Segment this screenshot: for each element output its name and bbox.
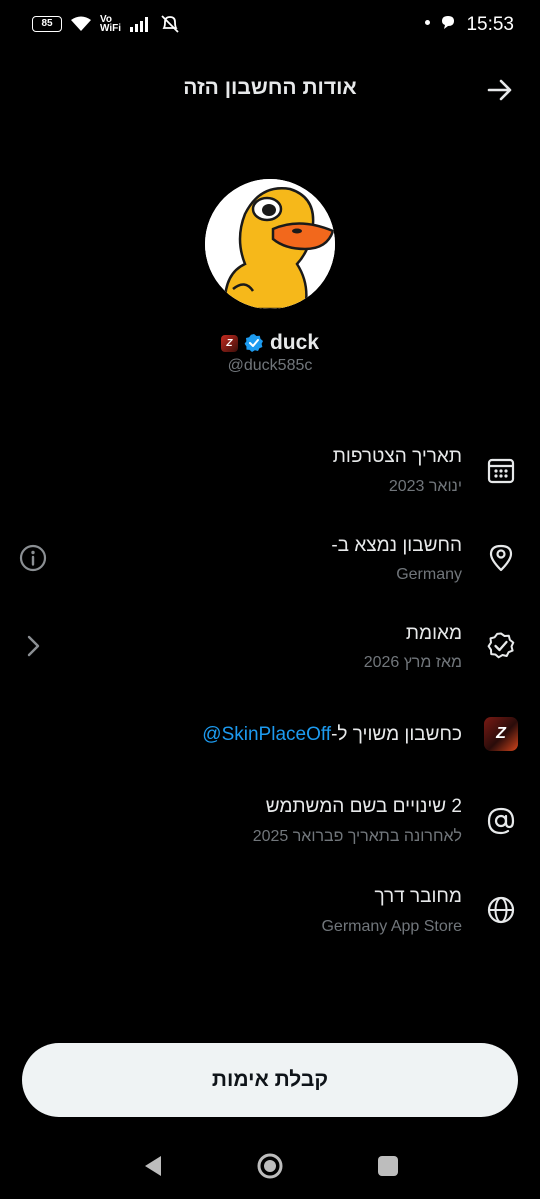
user-handle: @duck585c [227, 357, 313, 374]
get-verified-button[interactable]: קבלת אימות [22, 1043, 518, 1117]
calendar-icon [487, 458, 515, 484]
chevron-left-icon[interactable] [22, 634, 44, 658]
wifi-icon [71, 16, 91, 31]
signal-icon [130, 17, 149, 32]
affiliate-prefix: כחשבון משויך ל- [331, 724, 462, 745]
display-name: duck [269, 331, 319, 354]
avatar[interactable] [205, 179, 335, 309]
page-title: אודות החשבון הזה [183, 76, 357, 99]
status-bar-left: 85 Vo WiFi [32, 14, 181, 34]
battery-indicator: 85 [32, 16, 62, 32]
status-bar-notifications [425, 14, 456, 30]
affiliate-link[interactable]: @SkinPlaceOff [202, 724, 331, 745]
affiliate-brand-icon[interactable]: Z [484, 717, 518, 751]
chat-bubble-icon [442, 16, 454, 29]
joined-value: ינואר 2023 [388, 478, 462, 495]
verified-value: מאז מרץ 2026 [363, 654, 462, 671]
info-icon[interactable] [18, 543, 48, 573]
location-title: החשבון נמצא ב- [331, 535, 462, 556]
nav-home-icon[interactable] [256, 1152, 284, 1180]
dot-icon [425, 19, 430, 25]
status-time: 15:53 [466, 14, 514, 35]
affiliate-row[interactable]: כחשבון משויך ל-@SkinPlaceOff [202, 724, 462, 746]
affiliate-badge-icon[interactable]: Z [220, 334, 238, 352]
username-changes-title: 2 שינויים בשם המשתמש [265, 796, 462, 817]
duck-avatar-image [205, 179, 335, 309]
username-changes-value: לאחרונה בתאריך פברואר 2025 [252, 828, 462, 845]
connected-via-title: מחובר דרך [374, 886, 462, 907]
nav-recents-icon[interactable] [378, 1156, 398, 1176]
verified-badge-icon[interactable] [244, 333, 264, 353]
mute-icon [161, 15, 179, 33]
connected-via-value: Germany App Store [321, 918, 462, 935]
location-pin-icon [489, 544, 513, 572]
globe-icon [487, 896, 515, 924]
vowifi-label: Vo WiFi [100, 14, 122, 34]
nav-back-icon[interactable] [142, 1154, 164, 1178]
location-value: Germany [396, 566, 462, 583]
at-sign-icon [487, 807, 515, 835]
joined-title: תאריך הצטרפות [332, 446, 462, 467]
verified-title: מאומת [405, 623, 462, 644]
profile-name-row: Z duck [0, 331, 540, 355]
back-arrow-icon[interactable] [486, 76, 514, 104]
verified-check-icon [487, 632, 515, 659]
